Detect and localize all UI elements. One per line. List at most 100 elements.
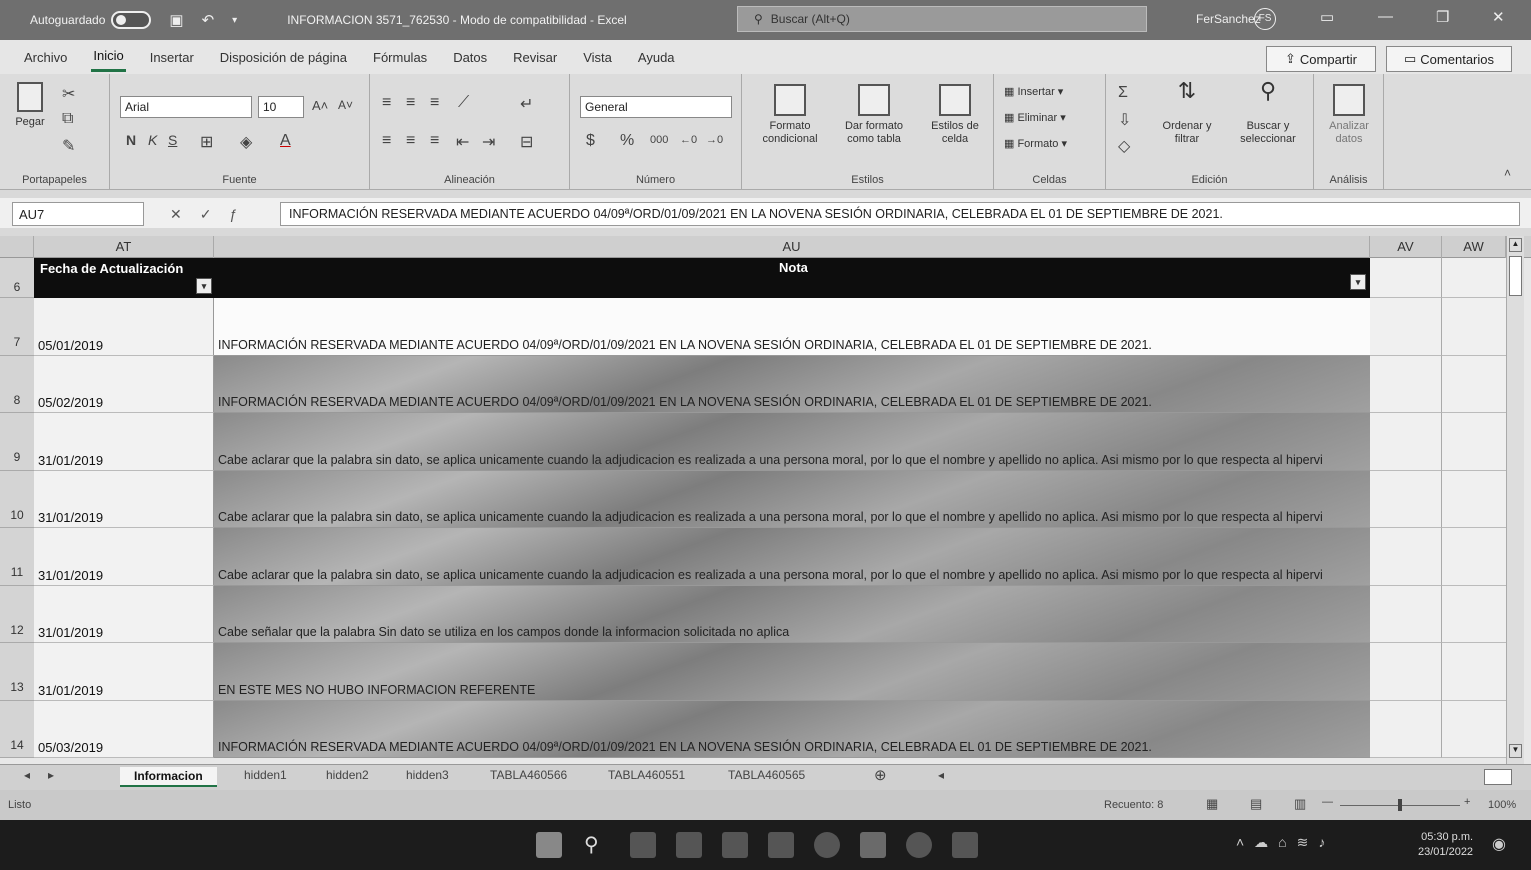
add-sheet-icon[interactable]: ⊕ <box>874 766 887 784</box>
horizontal-scroll-left-icon[interactable]: ◂ <box>938 768 944 782</box>
cell-fecha[interactable]: 05/03/2019 <box>34 700 214 758</box>
borders-icon[interactable]: ⊞ <box>200 132 213 152</box>
undo-icon[interactable]: ↶ <box>202 11 215 29</box>
sheet-tab-informacion[interactable]: Informacion <box>120 767 217 787</box>
italic-button[interactable]: K <box>148 132 157 148</box>
task-view-icon[interactable] <box>630 832 656 858</box>
cell-fecha[interactable]: 31/01/2019 <box>34 528 214 586</box>
sheet-tab-hidden1[interactable]: hidden1 <box>244 768 287 782</box>
sheet-tab-tabla460565[interactable]: TABLA460565 <box>728 768 805 782</box>
thousands-icon[interactable]: 000 <box>650 134 668 146</box>
tab-revisar[interactable]: Revisar <box>511 44 559 71</box>
cell[interactable] <box>1442 298 1506 356</box>
name-box[interactable]: AU7 <box>12 202 144 226</box>
cell[interactable] <box>1370 585 1442 643</box>
scroll-down-icon[interactable]: ▼ <box>1509 744 1522 758</box>
font-size-select[interactable]: 10 <box>258 96 304 118</box>
increase-font-icon[interactable]: A˄ <box>312 98 328 113</box>
word-icon[interactable] <box>952 832 978 858</box>
page-layout-icon[interactable]: ▤ <box>1250 796 1262 812</box>
cell-nota[interactable]: Cabe aclarar que la palabra sin dato, se… <box>214 413 1370 471</box>
zoom-level[interactable]: 100% <box>1488 799 1516 811</box>
cell[interactable] <box>1370 643 1442 701</box>
notification-icon[interactable]: ◉ <box>1492 834 1506 854</box>
page-break-icon[interactable]: ▥ <box>1294 796 1306 812</box>
cell-fecha[interactable]: 05/02/2019 <box>34 355 214 413</box>
cell-fecha[interactable]: 31/01/2019 <box>34 413 214 471</box>
app-icon[interactable] <box>676 832 702 858</box>
sheet-tab-hidden2[interactable]: hidden2 <box>326 768 369 782</box>
row-header[interactable]: 10 <box>0 470 34 528</box>
minimize-icon[interactable]: — <box>1378 8 1393 25</box>
scroll-thumb[interactable] <box>1509 256 1522 296</box>
comments-button[interactable]: ▭ Comentarios <box>1386 46 1512 72</box>
zoom-slider-thumb[interactable] <box>1398 799 1402 811</box>
bold-button[interactable]: N <box>126 132 136 148</box>
column-header-av[interactable]: AV <box>1370 236 1442 258</box>
filter-dropdown-icon[interactable]: ▾ <box>196 278 212 294</box>
cell[interactable] <box>1442 470 1506 528</box>
avatar[interactable]: FS <box>1254 8 1276 30</box>
cell-nota[interactable]: Cabe aclarar que la palabra sin dato, se… <box>214 470 1370 528</box>
find-select-button[interactable]: ⚲ Buscar y seleccionar <box>1228 80 1308 146</box>
merge-center-icon[interactable]: ⊟ <box>520 132 533 152</box>
share-button[interactable]: ⇪ Compartir <box>1266 46 1376 72</box>
sheet-tab-tabla460551[interactable]: TABLA460551 <box>608 768 685 782</box>
analyze-data-button[interactable]: Analizar datos <box>1322 84 1376 146</box>
chrome-icon[interactable] <box>906 832 932 858</box>
row-header[interactable]: 6 <box>0 258 34 298</box>
currency-icon[interactable]: $ <box>586 132 595 150</box>
search-box[interactable]: ⚲ Buscar (Alt+Q) <box>737 6 1147 32</box>
scroll-up-icon[interactable]: ▲ <box>1509 238 1522 252</box>
cell-nota[interactable]: Cabe aclarar que la palabra sin dato, se… <box>214 528 1370 586</box>
format-cells-button[interactable]: ▦ Formato ▾ <box>1004 138 1067 151</box>
format-as-table-button[interactable]: Dar formato como tabla <box>834 84 914 146</box>
align-top-icon[interactable]: ≡ <box>382 94 391 112</box>
row-header[interactable]: 7 <box>0 298 34 356</box>
row-header[interactable]: 11 <box>0 528 34 586</box>
horizontal-scrollbar[interactable] <box>1484 769 1512 785</box>
decrease-decimal-icon[interactable]: →0 <box>706 134 723 146</box>
tab-archivo[interactable]: Archivo <box>22 44 69 71</box>
formula-controls-icon[interactable]: ✕✓ƒ <box>170 206 255 223</box>
collapse-ribbon-icon[interactable]: ˄ <box>1504 166 1511 180</box>
row-header[interactable]: 14 <box>0 700 34 758</box>
cell-styles-button[interactable]: Estilos de celda <box>922 84 988 146</box>
cell-nota[interactable]: INFORMACIÓN RESERVADA MEDIANTE ACUERDO 0… <box>214 298 1370 356</box>
tab-disposicion[interactable]: Disposición de página <box>218 44 349 71</box>
align-bottom-icon[interactable]: ≡ <box>430 94 439 112</box>
formula-input[interactable]: INFORMACIÓN RESERVADA MEDIANTE ACUERDO 0… <box>280 202 1520 226</box>
file-explorer-icon[interactable] <box>768 832 794 858</box>
wrap-text-icon[interactable]: ↵ <box>520 94 533 114</box>
taskbar-search-icon[interactable]: ⚲ <box>584 832 599 857</box>
column-header-aw[interactable]: AW <box>1442 236 1506 258</box>
zoom-out-icon[interactable]: — <box>1322 796 1333 808</box>
cell-nota[interactable]: INFORMACIÓN RESERVADA MEDIANTE ACUERDO 0… <box>214 700 1370 758</box>
column-header-at[interactable]: AT <box>34 236 214 258</box>
cell[interactable] <box>1370 700 1442 758</box>
font-name-select[interactable]: Arial <box>120 96 252 118</box>
next-sheet-icon[interactable]: ▸ <box>48 768 54 782</box>
sheet-tab-tabla460566[interactable]: TABLA460566 <box>490 768 567 782</box>
maximize-icon[interactable]: ❐ <box>1436 8 1449 26</box>
decrease-indent-icon[interactable]: ⇤ <box>456 132 469 152</box>
fill-color-icon[interactable]: ◈ <box>240 132 252 152</box>
tab-vista[interactable]: Vista <box>581 44 614 71</box>
cell[interactable] <box>1442 258 1506 298</box>
cell[interactable] <box>1370 413 1442 471</box>
save-icon[interactable]: ▣ <box>169 11 183 29</box>
cell[interactable] <box>1370 528 1442 586</box>
underline-button[interactable]: S <box>168 132 177 148</box>
cell[interactable] <box>1370 470 1442 528</box>
increase-decimal-icon[interactable]: ←0 <box>680 134 697 146</box>
column-header-au[interactable]: AU <box>214 236 1370 258</box>
align-right-icon[interactable]: ≡ <box>430 132 439 150</box>
select-all-corner[interactable] <box>0 236 34 258</box>
cut-icon[interactable]: ✂ <box>62 84 75 104</box>
system-tray-icons[interactable]: ˄☁⌂≋♪ <box>1236 834 1335 851</box>
increase-indent-icon[interactable]: ⇥ <box>482 132 495 152</box>
cell[interactable] <box>1442 355 1506 413</box>
cell-nota[interactable]: INFORMACIÓN RESERVADA MEDIANTE ACUERDO 0… <box>214 355 1370 413</box>
format-painter-icon[interactable]: ✎ <box>62 136 75 156</box>
autosave-control[interactable]: Autoguardado <box>30 11 152 29</box>
